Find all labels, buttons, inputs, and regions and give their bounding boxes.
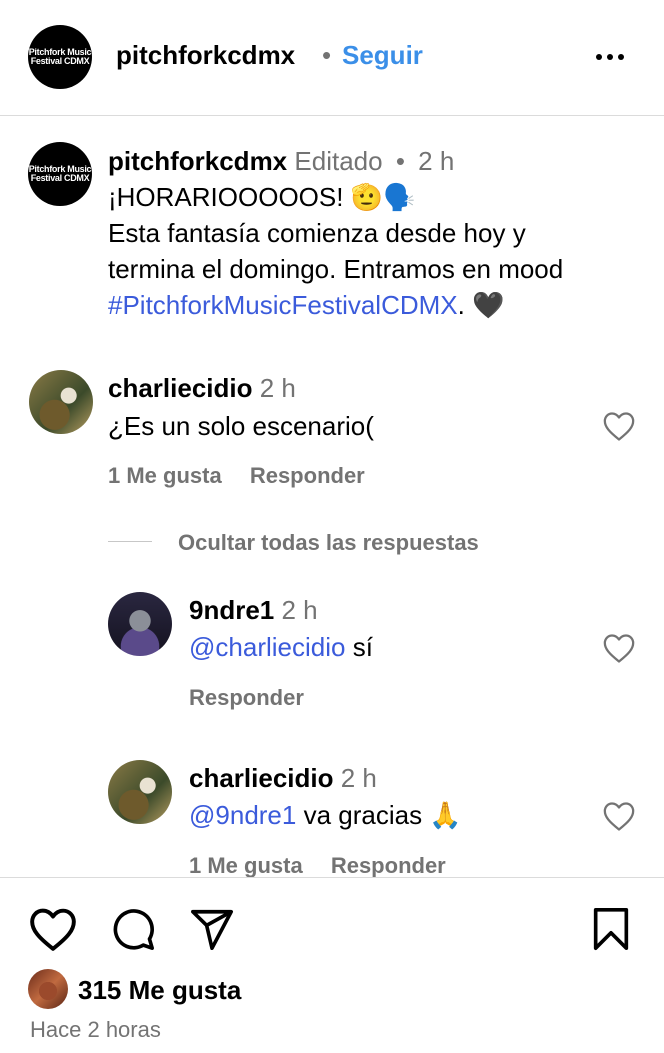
- share-send-icon[interactable]: [188, 906, 236, 952]
- replies-divider: [108, 541, 152, 542]
- account-avatar[interactable]: Pitchfork Music Festival CDMX: [28, 25, 92, 89]
- caption-logo-line2: Festival CDMX: [30, 173, 90, 183]
- hide-replies-button[interactable]: Ocultar todas las respuestas: [178, 530, 479, 556]
- reply-mention[interactable]: @9ndre1: [189, 800, 296, 830]
- reply-like-heart-icon[interactable]: [602, 800, 636, 832]
- caption-hashtag[interactable]: #PitchforkMusicFestivalCDMX: [108, 290, 458, 320]
- comment-username-text[interactable]: charliecidio: [108, 373, 253, 403]
- comment-text: ¿Es un solo escenario(: [108, 411, 374, 441]
- logo-line2: Festival CDMX: [30, 56, 90, 66]
- post-time-ago: Hace 2 horas: [30, 1017, 161, 1042]
- reply-text: @9ndre1 va gracias 🙏: [189, 800, 462, 831]
- liker-avatar[interactable]: [28, 969, 68, 1009]
- comment-meta: 1 Me gusta Responder: [108, 463, 387, 489]
- comment-time: 2 h: [259, 373, 296, 403]
- caption-line4-end: . 🖤: [457, 290, 505, 320]
- more-options-icon[interactable]: [590, 42, 630, 72]
- reply-likes-count[interactable]: 1 Me gusta: [189, 853, 303, 878]
- comment-like-heart-icon[interactable]: [602, 410, 636, 442]
- reply-meta: Responder: [189, 685, 326, 711]
- reply-avatar[interactable]: [108, 592, 172, 656]
- comment-bubble-icon[interactable]: [108, 906, 158, 952]
- reply-body: sí: [345, 632, 373, 662]
- post-header: Pitchfork Music Festival CDMX pitchforkc…: [0, 0, 664, 116]
- reply-like-heart-icon[interactable]: [602, 632, 636, 664]
- header-username[interactable]: pitchforkcdmx: [116, 40, 295, 71]
- comment-likes-count[interactable]: 1 Me gusta: [108, 463, 222, 488]
- caption-time: 2 h: [418, 146, 455, 176]
- caption-separator: •: [395, 146, 405, 176]
- commenter-avatar[interactable]: [29, 370, 93, 434]
- edited-label: Editado: [294, 146, 383, 176]
- reply-username: charliecidio 2 h: [189, 763, 377, 794]
- caption-line3: termina el domingo. Entramos en mood: [108, 254, 564, 284]
- caption-line1: ¡HORARIOOOOOS! 🫡🗣️: [108, 182, 416, 212]
- reply-body: va gracias 🙏: [296, 800, 462, 830]
- like-heart-icon[interactable]: [28, 906, 78, 952]
- reply-mention[interactable]: @charliecidio: [189, 632, 345, 662]
- caption-username[interactable]: pitchforkcdmx: [108, 146, 287, 176]
- reply-text: @charliecidio sí: [189, 632, 373, 663]
- follow-button[interactable]: Seguir: [342, 40, 423, 71]
- header-separator: •: [322, 40, 332, 70]
- reply-avatar[interactable]: [108, 760, 172, 824]
- comment-username: charliecidio 2 h: [108, 373, 296, 404]
- reply-meta: 1 Me gusta Responder: [189, 853, 468, 879]
- save-bookmark-icon[interactable]: [590, 906, 632, 952]
- reply-username: 9ndre1 2 h: [189, 595, 318, 626]
- reply-username-text[interactable]: 9ndre1: [189, 595, 274, 625]
- caption-line2: Esta fantasía comienza desde hoy y: [108, 218, 526, 248]
- caption-avatar[interactable]: Pitchfork Music Festival CDMX: [28, 142, 92, 206]
- comment-reply-button[interactable]: Responder: [250, 463, 365, 488]
- reply-reply-button[interactable]: Responder: [189, 685, 304, 710]
- reply-username-text[interactable]: charliecidio: [189, 763, 334, 793]
- likes-count[interactable]: 315 Me gusta: [78, 975, 241, 1006]
- post-caption: pitchforkcdmx Editado • 2 h ¡HORARIOOOOO…: [108, 143, 648, 323]
- reply-time: 2 h: [281, 595, 318, 625]
- reply-time: 2 h: [340, 763, 377, 793]
- reply-reply-button[interactable]: Responder: [331, 853, 446, 878]
